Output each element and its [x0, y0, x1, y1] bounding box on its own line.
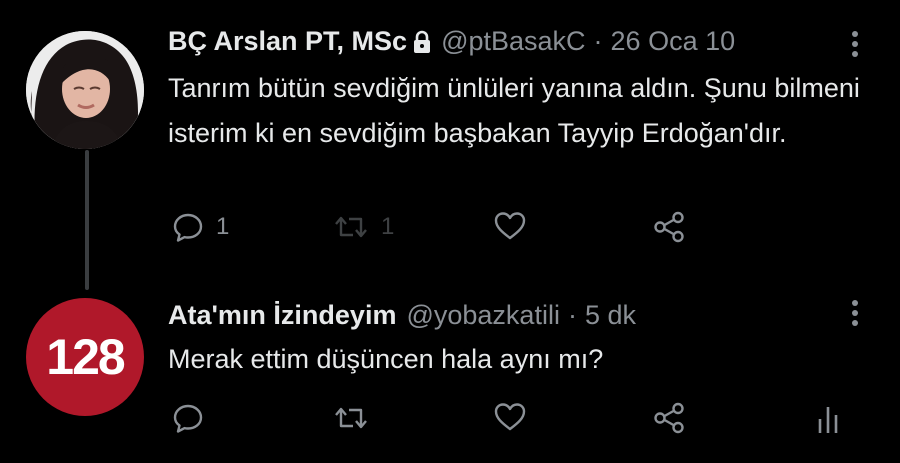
reply-button[interactable]: 1 [172, 211, 229, 243]
retweet-button[interactable] [333, 402, 369, 434]
reply-count: 1 [216, 213, 230, 240]
lock-icon [409, 29, 435, 55]
retweet-icon [335, 407, 367, 429]
analytics-icon [818, 407, 838, 433]
reply-button[interactable] [172, 402, 204, 434]
retweet-icon [335, 216, 367, 238]
separator: · [593, 26, 603, 56]
author-name[interactable]: BÇ Arslan PT, MSc [168, 26, 407, 57]
like-button[interactable] [493, 210, 527, 242]
like-button[interactable] [493, 401, 527, 433]
retweet-count: 1 [381, 213, 395, 240]
share-button[interactable] [652, 210, 686, 244]
avatar-label: 128 [46, 329, 125, 385]
author-handle[interactable]: @ptBasakC [441, 26, 585, 57]
like-icon [494, 403, 526, 431]
like-icon [494, 212, 526, 240]
separator: · [567, 300, 577, 330]
share-button[interactable] [652, 401, 686, 435]
avatar[interactable] [26, 31, 144, 149]
tweet-text: Merak ettim düşüncen hala aynı mı? [168, 344, 604, 374]
more-icon[interactable] [850, 29, 860, 59]
retweet-button: 1 [333, 211, 394, 243]
share-icon [654, 211, 684, 243]
tweet-text: Tanrım bütün sevdiğim ünlüleri yanına al… [168, 73, 860, 148]
share-icon [654, 402, 684, 434]
reply-icon [173, 213, 203, 242]
more-icon[interactable] [850, 298, 860, 328]
tweet-time[interactable]: 26 Oca 10 [611, 26, 736, 57]
thread-line [85, 150, 89, 290]
tweet-header: Ata'mın İzindeyim @yobazkatili · 5 dk [168, 300, 636, 331]
author-name[interactable]: Ata'mın İzindeyim [168, 300, 396, 331]
tweet-header: BÇ Arslan PT, MSc @ptBasakC · 26 Oca 10 [168, 26, 735, 57]
avatar-photo [26, 31, 144, 149]
tweet-time[interactable]: 5 dk [585, 300, 636, 331]
reply-icon [173, 404, 203, 433]
avatar[interactable]: 128 [26, 298, 144, 416]
author-handle[interactable]: @yobazkatili [406, 300, 559, 331]
analytics-button[interactable] [816, 403, 840, 435]
